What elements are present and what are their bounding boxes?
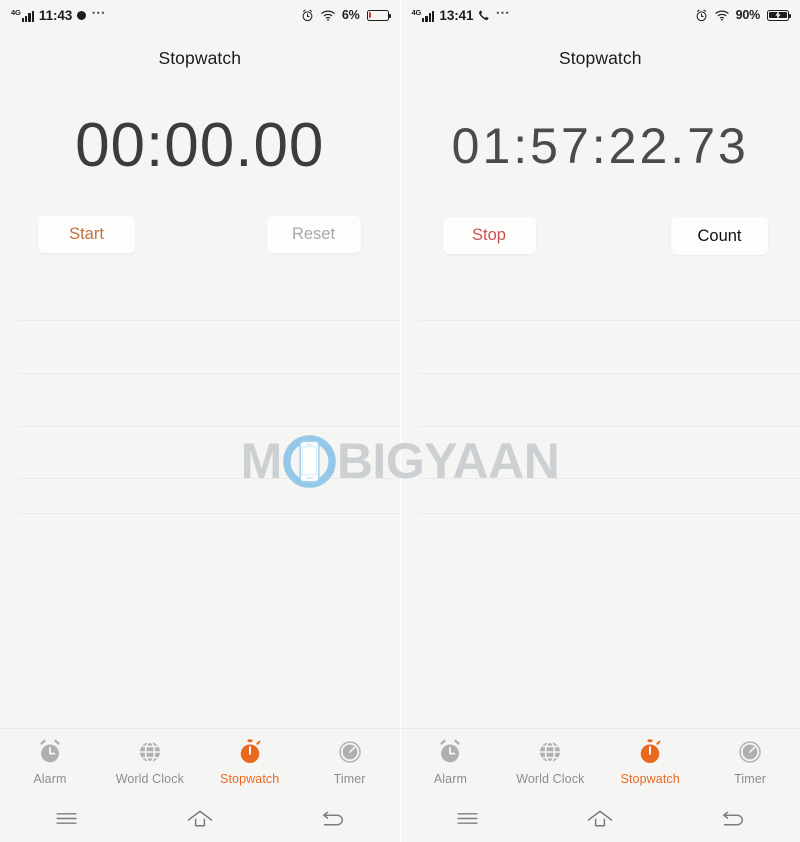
start-button[interactable]: Start bbox=[38, 216, 135, 253]
count-button-label: Count bbox=[697, 226, 742, 245]
stopwatch-time-display: 00:00.00 bbox=[75, 111, 325, 180]
lap-divider bbox=[418, 320, 800, 321]
status-bar-left: 4G 11:43 ⋯ bbox=[11, 4, 107, 23]
tab-stopwatch-label: Stopwatch bbox=[620, 772, 680, 786]
reset-button[interactable]: Reset bbox=[266, 216, 361, 253]
lap-divider bbox=[18, 373, 400, 374]
android-nav-bar bbox=[400, 795, 800, 842]
lap-list[interactable] bbox=[0, 292, 400, 728]
nav-menu-button[interactable] bbox=[0, 811, 133, 826]
tab-alarm[interactable]: Alarm bbox=[401, 729, 501, 795]
tab-alarm[interactable]: Alarm bbox=[0, 729, 100, 795]
menu-icon bbox=[457, 813, 478, 824]
app-title-bar: Stopwatch bbox=[0, 30, 400, 86]
bottom-tab-bar: Alarm World Clock Stopwatch Timer bbox=[0, 728, 400, 795]
network-type-label: 4G bbox=[411, 8, 422, 17]
tab-timer-label: Timer bbox=[734, 772, 767, 786]
tab-timer-label: Timer bbox=[333, 772, 366, 786]
reset-button-label: Reset bbox=[291, 225, 336, 243]
status-bar-right: 90% bbox=[695, 8, 792, 22]
tab-world-clock[interactable]: World Clock bbox=[500, 729, 600, 795]
nav-home-button[interactable] bbox=[133, 810, 266, 828]
network-type-label: 4G bbox=[11, 8, 21, 17]
globe-icon bbox=[139, 741, 160, 763]
tab-stopwatch[interactable]: Stopwatch bbox=[200, 729, 300, 795]
alarm-clock-icon bbox=[40, 739, 60, 763]
lap-divider bbox=[18, 320, 400, 321]
app-title-bar: Stopwatch bbox=[401, 30, 800, 86]
status-bar-clock: 11:43 bbox=[38, 7, 73, 23]
more-ellipsis-icon: ⋯ bbox=[91, 4, 107, 20]
status-bar: 4G 13:41 ⋯ 90% bbox=[401, 0, 800, 30]
lap-divider bbox=[18, 478, 400, 479]
stopwatch-time-display: 01:57:22.73 bbox=[451, 118, 749, 174]
status-bar-clock: 13:41 bbox=[439, 7, 474, 23]
count-button[interactable]: Count bbox=[671, 217, 768, 255]
tab-stopwatch-label: Stopwatch bbox=[220, 772, 280, 786]
nav-back-button[interactable] bbox=[266, 810, 399, 828]
alarm-icon bbox=[696, 9, 706, 21]
nav-menu-button[interactable] bbox=[401, 811, 534, 826]
tab-world-clock-label: World Clock bbox=[516, 772, 585, 786]
nav-back-button[interactable] bbox=[667, 810, 800, 828]
globe-icon bbox=[540, 741, 561, 763]
screenshot-stage: 4G 11:43 ⋯ 6% Stopwatch 00:00.00 Start R… bbox=[0, 0, 800, 842]
back-icon bbox=[322, 811, 343, 826]
signal-bars-icon: 4G bbox=[11, 8, 34, 22]
notification-dot-icon bbox=[77, 10, 87, 20]
phone-screen-running: 4G 13:41 ⋯ 90% Stopwatch 01:57:22.73 Sto… bbox=[400, 0, 800, 842]
bottom-tab-bar: Alarm World Clock Stopwatch Timer bbox=[400, 728, 800, 795]
alarm-icon bbox=[302, 9, 313, 21]
stopwatch-display-area: 01:57:22.73 bbox=[401, 86, 800, 206]
home-icon bbox=[187, 810, 212, 826]
back-icon bbox=[723, 811, 744, 826]
wifi-icon bbox=[714, 10, 729, 21]
stopwatch-icon bbox=[640, 739, 661, 764]
phone-screen-idle: 4G 11:43 ⋯ 6% Stopwatch 00:00.00 Start R… bbox=[0, 0, 401, 842]
battery-icon bbox=[366, 9, 391, 21]
stopwatch-display-area: 00:00.00 bbox=[0, 86, 400, 206]
status-bar: 4G 11:43 ⋯ 6% bbox=[0, 0, 400, 30]
lap-list[interactable] bbox=[401, 292, 800, 728]
battery-percent-label: 90% bbox=[735, 8, 761, 22]
tab-alarm-label: Alarm bbox=[33, 772, 67, 786]
lap-divider bbox=[418, 513, 800, 514]
lap-divider bbox=[418, 478, 800, 479]
status-bar-left: 4G 13:41 ⋯ bbox=[412, 4, 511, 23]
alarm-clock-icon bbox=[440, 739, 461, 763]
tab-world-clock-label: World Clock bbox=[115, 772, 184, 786]
stopwatch-controls: Start Reset bbox=[0, 206, 400, 292]
lap-divider bbox=[418, 426, 800, 427]
home-icon bbox=[588, 810, 613, 826]
status-bar-right: 6% bbox=[301, 8, 391, 22]
lap-divider bbox=[18, 513, 400, 514]
more-ellipsis-icon: ⋯ bbox=[495, 4, 511, 20]
battery-charging-icon bbox=[767, 9, 792, 21]
tab-stopwatch[interactable]: Stopwatch bbox=[600, 729, 700, 795]
page-title: Stopwatch bbox=[158, 47, 242, 68]
android-nav-bar bbox=[0, 795, 400, 842]
signal-bars-icon: 4G bbox=[412, 8, 435, 22]
tab-timer[interactable]: Timer bbox=[300, 729, 400, 795]
lap-divider bbox=[418, 373, 800, 374]
page-title: Stopwatch bbox=[558, 47, 642, 68]
timer-icon bbox=[739, 741, 761, 763]
tab-world-clock[interactable]: World Clock bbox=[100, 729, 200, 795]
wifi-icon bbox=[321, 10, 335, 21]
timer-icon bbox=[338, 741, 361, 763]
stop-button[interactable]: Stop bbox=[442, 217, 536, 254]
nav-home-button[interactable] bbox=[534, 810, 667, 828]
charging-bolt-icon bbox=[775, 10, 781, 20]
start-button-label: Start bbox=[69, 225, 104, 243]
stop-button-label: Stop bbox=[472, 226, 506, 244]
stopwatch-icon bbox=[240, 739, 261, 764]
phone-call-icon bbox=[479, 10, 490, 21]
menu-icon bbox=[56, 813, 77, 824]
lap-divider bbox=[18, 426, 400, 427]
tab-timer[interactable]: Timer bbox=[700, 729, 800, 795]
stopwatch-controls: Stop Count bbox=[401, 206, 800, 292]
battery-percent-label: 6% bbox=[341, 8, 360, 22]
tab-alarm-label: Alarm bbox=[433, 772, 468, 786]
